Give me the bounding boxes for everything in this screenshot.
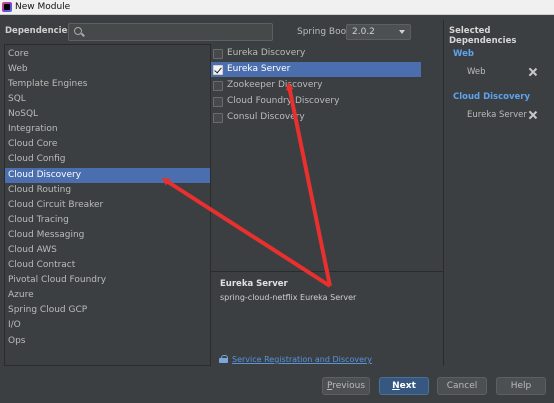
spring-boot-version-select[interactable]: 2.0.2	[346, 24, 411, 40]
cancel-button[interactable]: Cancel	[437, 377, 487, 395]
dependency-list: Eureka Discovery Eureka Server Zookeeper…	[211, 44, 421, 271]
spring-boot-label: Spring Boot	[297, 27, 350, 37]
dependency-label: Eureka Server	[227, 64, 291, 74]
selected-item-eureka-server: Eureka Server	[467, 110, 527, 120]
category-item-cloud-aws[interactable]: Cloud AWS	[5, 243, 210, 258]
intellij-app-icon	[2, 2, 12, 12]
checkbox-checked[interactable]	[213, 65, 223, 75]
checkbox[interactable]	[213, 81, 223, 91]
next-label: ext	[399, 381, 416, 391]
dependency-item-cloud-foundry-discovery[interactable]: Cloud Foundry Discovery	[211, 94, 421, 109]
close-icon[interactable]	[528, 68, 536, 76]
previous-label: revious	[332, 381, 366, 391]
dependency-label: Cloud Foundry Discovery	[227, 96, 340, 106]
dependency-label: Eureka Discovery	[227, 48, 306, 58]
window-title: New Module	[15, 2, 71, 12]
search-box[interactable]	[68, 23, 273, 41]
spring-boot-version-value: 2.0.2	[352, 27, 375, 37]
category-list: Core Web Template Engines SQL NoSQL Inte…	[4, 44, 211, 366]
category-item-cloud-messaging[interactable]: Cloud Messaging	[5, 228, 210, 243]
dependency-item-eureka-discovery[interactable]: Eureka Discovery	[211, 46, 421, 61]
search-icon	[74, 27, 82, 35]
category-item-cloud-routing[interactable]: Cloud Routing	[5, 183, 210, 198]
selected-group-cloud-discovery: Cloud Discovery	[453, 92, 531, 102]
guide-link[interactable]: Service Registration and Discovery	[219, 355, 372, 364]
category-item-io[interactable]: I/O	[5, 318, 210, 333]
category-item-spring-cloud-gcp[interactable]: Spring Cloud GCP	[5, 303, 210, 318]
next-mnemonic: N	[392, 381, 400, 391]
chevron-down-icon	[399, 30, 405, 34]
guide-icon	[219, 355, 228, 364]
category-item-cloud-tracing[interactable]: Cloud Tracing	[5, 213, 210, 228]
category-item-pivotal-cloud-foundry[interactable]: Pivotal Cloud Foundry	[5, 273, 210, 288]
dependency-item-consul-discovery[interactable]: Consul Discovery	[211, 110, 421, 125]
selected-panel-divider	[443, 20, 444, 366]
help-button[interactable]: Help	[496, 377, 546, 395]
dependency-label: Consul Discovery	[227, 112, 305, 122]
category-item-cloud-discovery[interactable]: Cloud Discovery	[5, 168, 210, 183]
category-item-ops[interactable]: Ops	[5, 334, 210, 349]
description-title: Eureka Server	[220, 279, 288, 289]
checkbox[interactable]	[213, 97, 223, 107]
description-text: spring-cloud-netflix Eureka Server	[220, 293, 357, 302]
dependency-item-zookeeper-discovery[interactable]: Zookeeper Discovery	[211, 78, 421, 93]
category-item-cloud-config[interactable]: Cloud Config	[5, 152, 210, 167]
guide-link-text[interactable]: Service Registration and Discovery	[232, 355, 372, 364]
category-item-nosql[interactable]: NoSQL	[5, 107, 210, 122]
category-item-sql[interactable]: SQL	[5, 92, 210, 107]
previous-button[interactable]: Previous	[322, 377, 370, 395]
search-input[interactable]	[87, 25, 270, 39]
top-toolbar: Dependencies Spring Boot 2.0.2	[0, 22, 444, 43]
category-item-template-engines[interactable]: Template Engines	[5, 77, 210, 92]
category-item-azure[interactable]: Azure	[5, 288, 210, 303]
category-item-cloud-circuit-breaker[interactable]: Cloud Circuit Breaker	[5, 198, 210, 213]
close-icon[interactable]	[528, 111, 536, 119]
next-button[interactable]: Next	[379, 377, 429, 395]
category-item-integration[interactable]: Integration	[5, 122, 210, 137]
dependency-item-eureka-server[interactable]: Eureka Server	[211, 62, 421, 77]
selected-group-web: Web	[453, 49, 474, 59]
selected-dependencies-header: Selected Dependencies	[449, 26, 517, 46]
selected-item-web: Web	[467, 67, 486, 77]
description-divider	[211, 271, 443, 272]
checkbox[interactable]	[213, 113, 223, 123]
category-item-cloud-core[interactable]: Cloud Core	[5, 137, 210, 152]
category-item-core[interactable]: Core	[5, 47, 210, 62]
title-bar: New Module	[0, 0, 554, 15]
dependencies-label: Dependencies	[5, 26, 73, 36]
checkbox[interactable]	[213, 49, 223, 59]
checkmark-icon	[214, 65, 222, 74]
category-item-cloud-contract[interactable]: Cloud Contract	[5, 258, 210, 273]
category-item-web[interactable]: Web	[5, 62, 210, 77]
dependency-label: Zookeeper Discovery	[227, 80, 323, 90]
